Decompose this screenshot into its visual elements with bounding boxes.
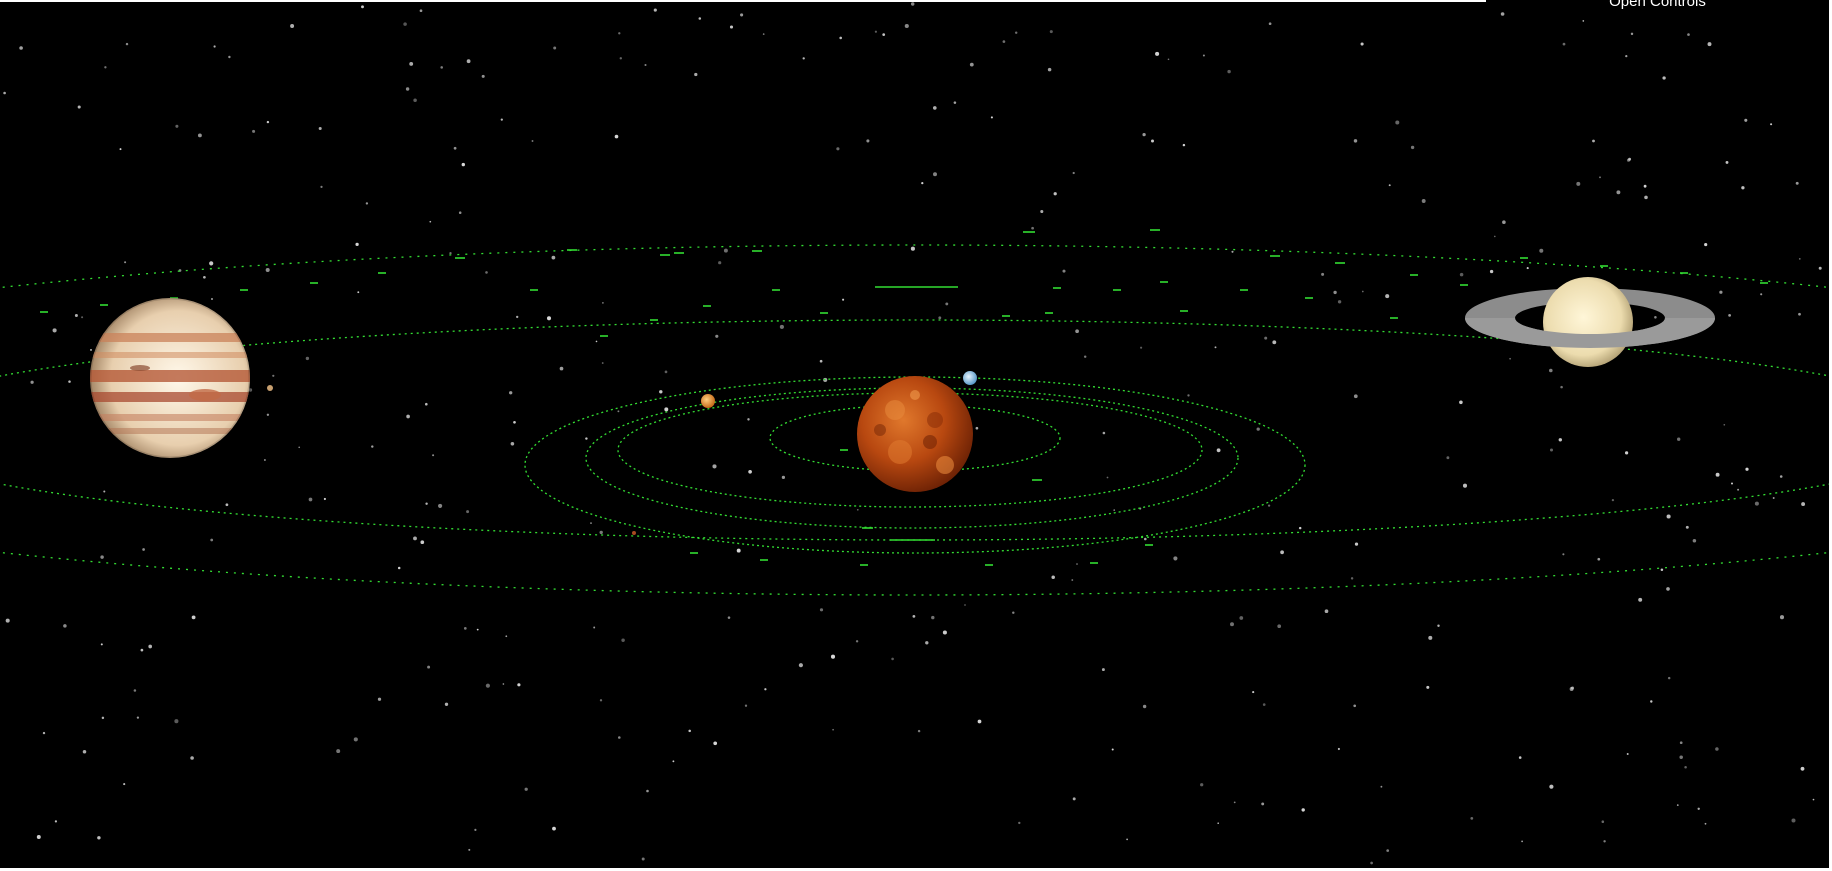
venus-icon[interactable] [701, 394, 715, 408]
saturn-icon[interactable] [1465, 277, 1715, 367]
sun-icon[interactable] [857, 376, 973, 492]
jupiter-icon[interactable] [85, 296, 255, 460]
solar-system-viewport[interactable]: Open Controls [0, 0, 1832, 871]
top-edge [0, 0, 1486, 2]
mars-icon[interactable] [632, 531, 636, 535]
solar-system-canvas[interactable] [0, 0, 1832, 871]
earth-icon[interactable] [963, 371, 977, 385]
open-controls-button[interactable]: Open Controls [1486, 0, 1829, 12]
jupiter-moon-icon[interactable] [267, 385, 273, 391]
controls-panel: Open Controls [1486, 0, 1829, 12]
